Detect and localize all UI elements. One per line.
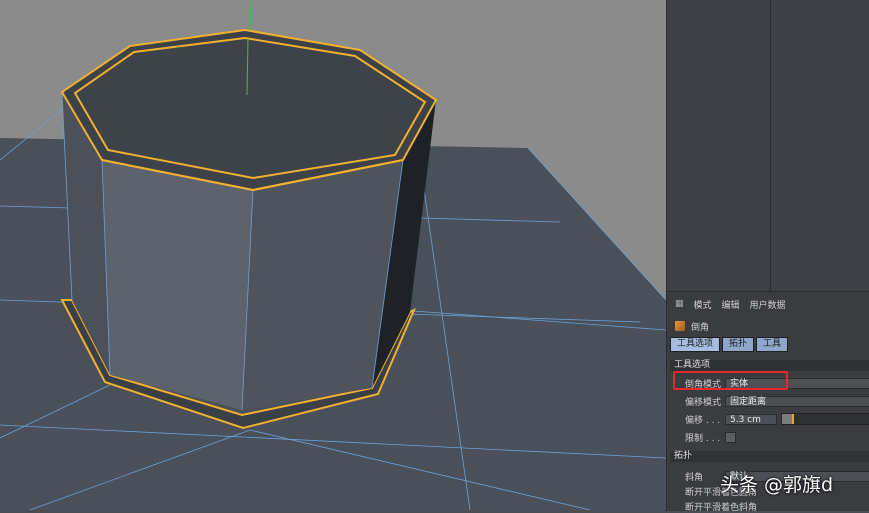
offset-input[interactable]: 5.3 cm	[725, 413, 777, 425]
bevel-mode-row: 倒角模式 实体	[667, 376, 869, 390]
tab-tool-options[interactable]: 工具选项	[670, 337, 721, 352]
offset-slider-fill	[782, 414, 793, 424]
limit-row: 限制 . . .	[667, 430, 869, 444]
grid-icon[interactable]: ▦	[675, 299, 684, 309]
offset-mode-label: 偏移模式	[685, 397, 722, 408]
menu-mode[interactable]: 模式	[694, 298, 712, 311]
bevel-tool-icon	[675, 321, 685, 331]
offset-slider-knob[interactable]	[792, 414, 795, 424]
limit-checkbox[interactable]	[725, 431, 736, 443]
panel-column-divider	[770, 0, 771, 291]
break-smooth2-row: 断开平滑着色斜角	[667, 499, 869, 513]
section-topology: 拓扑	[670, 451, 869, 462]
viewport-3d[interactable]	[0, 0, 666, 510]
watermark: 头条 @郭旗d	[720, 474, 834, 496]
attribute-tabs: 工具选项 拓扑 工具	[670, 337, 789, 352]
offset-mode-row: 偏移模式 固定距离	[667, 394, 869, 408]
body-front-left-face	[102, 160, 253, 410]
menu-edit[interactable]: 编辑	[722, 298, 740, 311]
object-manager-panel	[666, 0, 869, 291]
offset-row: 偏移 . . . 5.3 cm	[667, 412, 869, 426]
object-name: 倒角	[691, 322, 710, 333]
bevel-mode-label: 倒角模式	[685, 379, 722, 390]
offset-mode-select[interactable]: 固定距离	[725, 395, 869, 407]
section-tool-options: 工具选项	[670, 360, 869, 371]
tab-tool[interactable]: 工具	[756, 337, 789, 352]
menu-user-data[interactable]: 用户数据	[750, 298, 786, 311]
bevel-mode-select[interactable]: 实体	[725, 377, 869, 389]
viewport-canvas[interactable]	[0, 0, 666, 510]
offset-label: 偏移 . . .	[685, 415, 721, 426]
break-smooth2-label: 断开平滑着色斜角	[685, 502, 758, 513]
limit-label: 限制 . . .	[685, 433, 721, 444]
offset-slider[interactable]	[781, 413, 869, 425]
miter-label: 斜角	[685, 472, 704, 483]
object-header: 倒角	[667, 318, 869, 334]
attributes-menubar: ▦ 模式 编辑 用户数据	[667, 296, 869, 312]
tab-topology[interactable]: 拓扑	[722, 337, 755, 352]
